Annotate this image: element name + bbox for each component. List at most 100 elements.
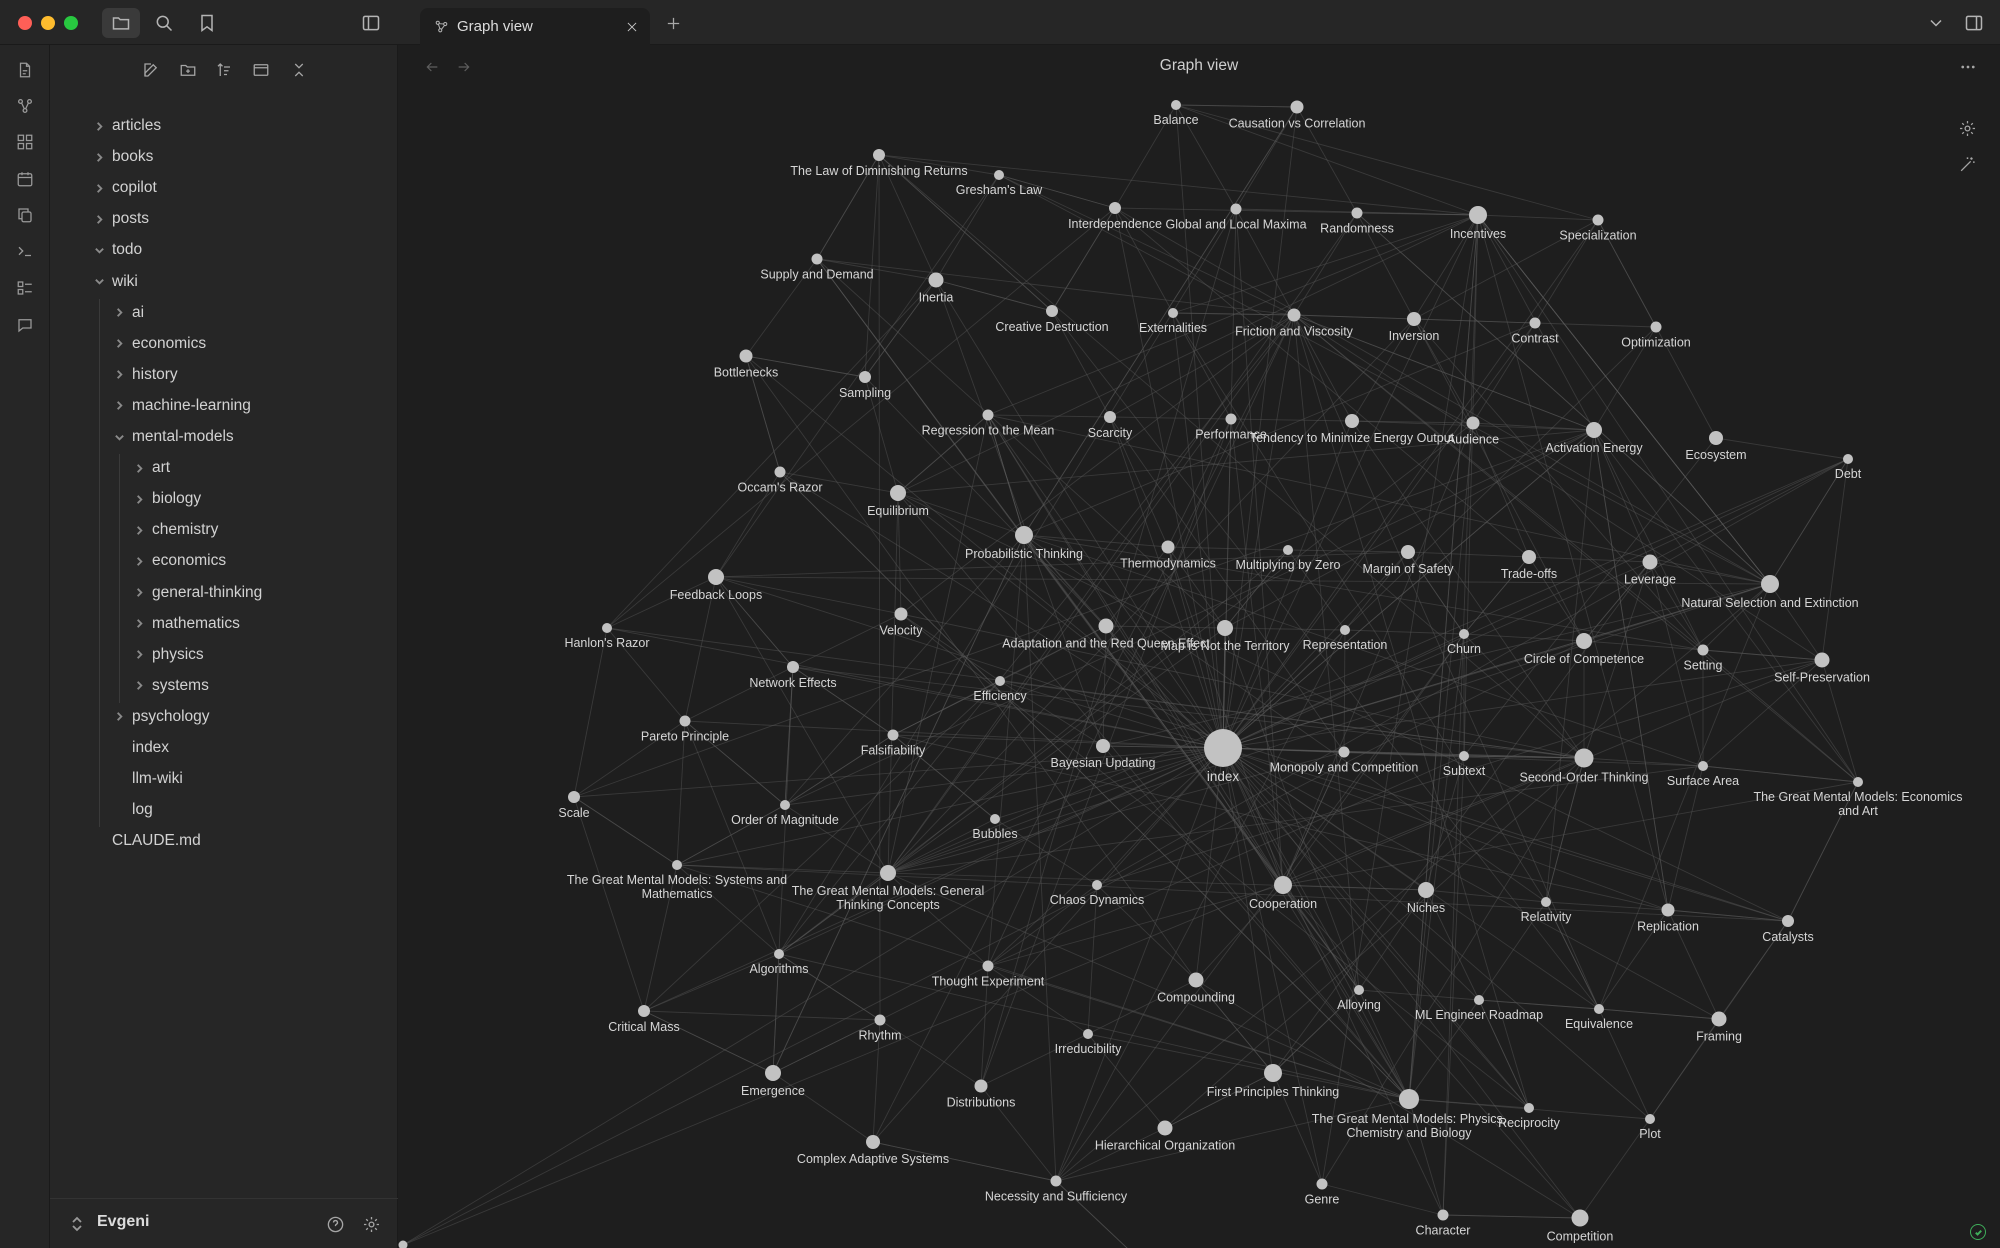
graph-node[interactable] bbox=[1104, 411, 1116, 423]
tree-folder[interactable]: ai bbox=[112, 299, 144, 327]
minimize-window-button[interactable] bbox=[41, 16, 55, 30]
graph-node[interactable] bbox=[1642, 554, 1658, 570]
graph-node[interactable] bbox=[1225, 413, 1237, 425]
graph-node[interactable] bbox=[602, 623, 612, 633]
settings-button[interactable] bbox=[359, 1212, 383, 1236]
tree-folder[interactable]: mathematics bbox=[132, 610, 240, 638]
tree-folder[interactable]: articles bbox=[92, 112, 161, 140]
graph-node[interactable] bbox=[928, 272, 944, 288]
graph-node[interactable] bbox=[1338, 746, 1350, 758]
sync-status-icon[interactable] bbox=[1970, 1224, 1986, 1240]
tree-folder[interactable]: posts bbox=[92, 205, 149, 233]
graph-node[interactable] bbox=[1586, 422, 1602, 438]
tree-folder[interactable]: systems bbox=[132, 672, 209, 700]
graph-node[interactable] bbox=[1287, 308, 1301, 322]
graph-node[interactable] bbox=[1290, 100, 1304, 114]
graph-node[interactable] bbox=[638, 1005, 650, 1017]
tree-folder[interactable]: todo bbox=[92, 236, 142, 264]
new-note-button[interactable] bbox=[136, 55, 166, 85]
graph-node[interactable] bbox=[894, 607, 908, 621]
graph-node[interactable] bbox=[995, 676, 1005, 686]
new-tab-button[interactable] bbox=[660, 10, 686, 36]
graph-node[interactable] bbox=[1466, 416, 1480, 430]
graph-node[interactable] bbox=[880, 865, 896, 881]
graph-node[interactable] bbox=[1345, 414, 1359, 428]
graph-node[interactable] bbox=[1594, 1004, 1604, 1014]
graph-node[interactable] bbox=[1782, 915, 1794, 927]
graph-node[interactable] bbox=[780, 800, 790, 810]
graph-node[interactable] bbox=[1092, 880, 1102, 890]
graph-node[interactable] bbox=[1437, 1209, 1449, 1221]
tree-file[interactable]: CLAUDE.md bbox=[112, 827, 201, 855]
animate-graph-button[interactable] bbox=[1954, 151, 1980, 177]
graph-node[interactable] bbox=[1340, 625, 1350, 635]
graph-node[interactable] bbox=[787, 661, 799, 673]
graph-node[interactable] bbox=[398, 1240, 408, 1248]
graph-node[interactable] bbox=[982, 409, 994, 421]
graph-node[interactable] bbox=[866, 1135, 880, 1149]
graph-node[interactable] bbox=[1711, 1011, 1727, 1027]
graph-node[interactable] bbox=[1046, 305, 1058, 317]
graph-node[interactable] bbox=[1188, 972, 1204, 988]
sort-button[interactable] bbox=[209, 55, 239, 85]
graph-node[interactable] bbox=[568, 791, 580, 803]
graph-node[interactable] bbox=[1015, 526, 1033, 544]
graph-node[interactable] bbox=[1469, 206, 1487, 224]
graph-node[interactable] bbox=[1264, 1064, 1282, 1082]
graph-node[interactable] bbox=[874, 1014, 886, 1026]
graph-node[interactable] bbox=[1650, 321, 1662, 333]
graph-node[interactable] bbox=[1592, 214, 1604, 226]
graph-node[interactable] bbox=[679, 715, 691, 727]
ribbon-open-quick-switcher[interactable] bbox=[11, 56, 39, 84]
help-button[interactable] bbox=[323, 1212, 347, 1236]
tree-folder[interactable]: art bbox=[132, 454, 170, 482]
tab-graph-view[interactable]: Graph view bbox=[420, 8, 650, 45]
graph-node[interactable] bbox=[774, 949, 784, 959]
new-folder-button[interactable] bbox=[173, 55, 203, 85]
tree-folder[interactable]: machine-learning bbox=[112, 392, 251, 420]
tree-folder[interactable]: economics bbox=[112, 330, 206, 358]
toggle-right-sidebar-button[interactable] bbox=[1955, 8, 1993, 38]
graph-node[interactable] bbox=[1418, 882, 1434, 898]
graph-node[interactable] bbox=[1217, 620, 1233, 636]
graph-node[interactable] bbox=[887, 729, 899, 741]
graph-node[interactable] bbox=[774, 466, 786, 478]
graph-node[interactable] bbox=[873, 149, 885, 161]
graph-node[interactable] bbox=[1096, 739, 1110, 753]
graph-node[interactable] bbox=[1161, 540, 1175, 554]
ribbon-canvas[interactable] bbox=[11, 128, 39, 156]
graph-node[interactable] bbox=[974, 1079, 988, 1093]
graph-node[interactable] bbox=[1399, 1089, 1419, 1109]
toggle-left-sidebar-button[interactable] bbox=[352, 8, 390, 38]
graph-node[interactable] bbox=[1574, 748, 1594, 768]
ribbon-tasks[interactable] bbox=[11, 274, 39, 302]
tree-folder[interactable]: general-thinking bbox=[132, 579, 262, 607]
graph-node[interactable] bbox=[1853, 777, 1863, 787]
toggle-auto-reveal-button[interactable] bbox=[246, 55, 276, 85]
graph-node[interactable] bbox=[1645, 1114, 1655, 1124]
graph-node[interactable] bbox=[1661, 903, 1675, 917]
tree-folder[interactable]: mental-models bbox=[112, 423, 234, 451]
graph-node[interactable] bbox=[1522, 550, 1536, 564]
tree-folder[interactable]: physics bbox=[132, 641, 204, 669]
vault-switcher[interactable] bbox=[70, 1215, 86, 1233]
tab-list-dropdown[interactable] bbox=[1917, 8, 1955, 38]
tree-folder[interactable]: copilot bbox=[92, 174, 157, 202]
graph-node[interactable] bbox=[1283, 545, 1293, 555]
graph-node[interactable] bbox=[765, 1065, 781, 1081]
graph-node[interactable] bbox=[1351, 207, 1363, 219]
tree-folder[interactable]: wiki bbox=[92, 268, 138, 296]
ribbon-chat[interactable] bbox=[11, 311, 39, 339]
graph-settings-button[interactable] bbox=[1954, 115, 1980, 141]
graph-node[interactable] bbox=[708, 569, 724, 585]
graph-node[interactable] bbox=[1050, 1175, 1062, 1187]
graph-node[interactable] bbox=[1109, 202, 1121, 214]
graph-node[interactable] bbox=[1709, 431, 1723, 445]
graph-node[interactable] bbox=[1168, 308, 1178, 318]
graph-node[interactable] bbox=[1524, 1103, 1534, 1113]
ribbon-daily-note[interactable] bbox=[11, 165, 39, 193]
tree-folder[interactable]: chemistry bbox=[132, 516, 218, 544]
collapse-all-button[interactable] bbox=[284, 55, 314, 85]
graph-node[interactable] bbox=[672, 860, 682, 870]
tree-folder[interactable]: economics bbox=[132, 547, 226, 575]
